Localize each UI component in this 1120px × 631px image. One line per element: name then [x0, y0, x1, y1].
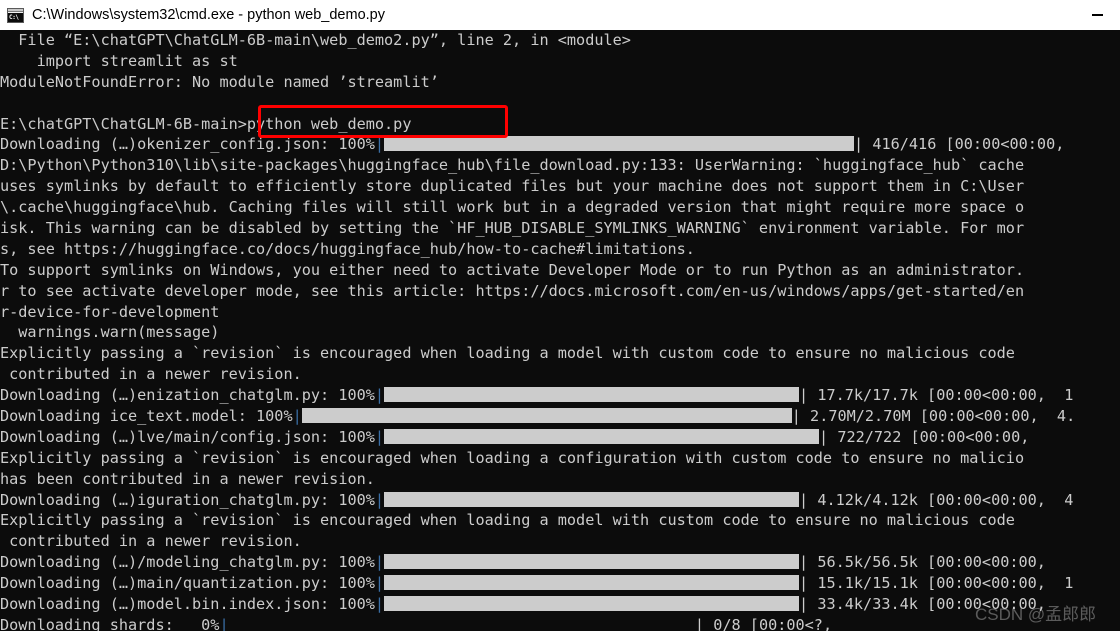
terminal-text: import streamlit as st — [0, 51, 238, 70]
minimize-button[interactable] — [1074, 0, 1120, 30]
terminal-line: Explicitly passing a `revision` is encou… — [0, 448, 1120, 469]
terminal-text: s, see https://huggingface.co/docs/huggi… — [0, 239, 695, 258]
terminal-line: Explicitly passing a `revision` is encou… — [0, 510, 1120, 531]
terminal-line: contributed in a newer revision. — [0, 364, 1120, 385]
terminal-text: r-device-for-development — [0, 302, 220, 321]
terminal-text: Downloading (…)enization_chatglm.py: 100… — [0, 386, 375, 405]
terminal-text: Downloading (…)okenizer_config.json: 100… — [0, 135, 375, 154]
terminal-text: uses symlinks by default to efficiently … — [0, 177, 1025, 196]
terminal-output-area[interactable]: File “E:\chatGPT\ChatGLM-6B-main\web_dem… — [0, 30, 1120, 631]
terminal-text: | 15.1k/15.1k [00:00<00:00, 1 — [799, 574, 1074, 593]
terminal-line: Downloading (…)okenizer_config.json: 100… — [0, 134, 1120, 155]
terminal-text: | 722/722 [00:00<00:00, — [819, 427, 1030, 446]
progress-bar-fill — [301, 408, 792, 424]
terminal-line: Downloading shards: 0%| | 0/8 [00:00<?, — [0, 615, 1120, 631]
terminal-line: contributed in a newer revision. — [0, 531, 1120, 552]
terminal-text: Explicitly passing a `revision` is encou… — [0, 344, 1015, 363]
terminal-line: r-device-for-development — [0, 302, 1120, 323]
terminal-text: ModuleNotFoundError: No module named ’st… — [0, 72, 439, 91]
terminal-line: isk. This warning can be disabled by set… — [0, 218, 1120, 239]
terminal-text: Explicitly passing a `revision` is encou… — [0, 511, 1015, 530]
terminal-lines: File “E:\chatGPT\ChatGLM-6B-main\web_dem… — [0, 30, 1120, 631]
terminal-text: Downloading ice_text.model: 100% — [0, 407, 293, 426]
terminal-line: Downloading ice_text.model: 100%| | 2.70M… — [0, 406, 1120, 427]
terminal-line: s, see https://huggingface.co/docs/huggi… — [0, 239, 1120, 260]
terminal-text: isk. This warning can be disabled by set… — [0, 219, 1025, 238]
progress-bar-fill — [384, 575, 800, 591]
terminal-line: File “E:\chatGPT\ChatGLM-6B-main\web_dem… — [0, 30, 1120, 51]
terminal-line: D:\Python\Python310\lib\site-packages\hu… — [0, 155, 1120, 176]
terminal-line: Downloading (…)lve/main/config.json: 100… — [0, 427, 1120, 448]
progress-bar-delimiter: | — [219, 615, 229, 631]
terminal-text: Downloading (…)iguration_chatglm.py: 100… — [0, 490, 375, 509]
terminal-line: warnings.warn(message) — [0, 322, 1120, 343]
progress-bar-delimiter: | — [292, 407, 302, 426]
progress-bar-fill — [384, 596, 800, 612]
terminal-text: Downloading (…)lve/main/config.json: 100… — [0, 427, 375, 446]
terminal-text: To support symlinks on Windows, you eith… — [0, 260, 1025, 279]
terminal-text: File “E:\chatGPT\ChatGLM-6B-main\web_dem… — [0, 31, 631, 49]
terminal-text: | 17.7k/17.7k [00:00<00:00, 1 — [799, 386, 1074, 405]
progress-bar-delimiter: | — [374, 574, 385, 593]
terminal-text: \.cache\huggingface\hub. Caching files w… — [0, 198, 1025, 217]
terminal-line: r to see activate developer mode, see th… — [0, 281, 1120, 302]
terminal-text: D:\Python\Python310\lib\site-packages\hu… — [0, 156, 1025, 175]
terminal-text: Downloading (…)main/quantization.py: 100… — [0, 574, 375, 593]
terminal-text: r to see activate developer mode, see th… — [0, 281, 1025, 300]
progress-bar-fill — [384, 491, 800, 507]
progress-bar-delimiter: | — [374, 427, 385, 446]
progress-bar-delimiter: | — [374, 490, 385, 509]
progress-bar-fill — [384, 136, 855, 152]
terminal-line: Downloading (…)main/quantization.py: 100… — [0, 573, 1120, 594]
terminal-line: Explicitly passing a `revision` is encou… — [0, 343, 1120, 364]
terminal-text: | 56.5k/56.5k [00:00<00:00, — [799, 553, 1046, 572]
terminal-text: warnings.warn(message) — [0, 323, 220, 342]
terminal-text: contributed in a newer revision. — [0, 365, 302, 384]
cmd-console-icon: C:\ — [7, 7, 24, 23]
terminal-text: Downloading (…)model.bin.index.json: 100… — [0, 595, 375, 614]
progress-bar-fill — [384, 387, 800, 403]
window-title: C:\Windows\system32\cmd.exe - python web… — [32, 7, 385, 23]
cmd-icon-prompt-text: C:\ — [8, 12, 23, 22]
minimize-icon — [1091, 14, 1103, 16]
progress-bar-delimiter: | — [374, 553, 385, 572]
terminal-text: Downloading (…)/modeling_chatglm.py: 100… — [0, 553, 375, 572]
terminal-line: uses symlinks by default to efficiently … — [0, 176, 1120, 197]
terminal-text: E:\chatGPT\ChatGLM-6B-main>python web_de… — [0, 114, 412, 133]
terminal-line: Downloading (…)iguration_chatglm.py: 100… — [0, 490, 1120, 511]
terminal-line: Downloading (…)model.bin.index.json: 100… — [0, 594, 1120, 615]
terminal-text: | 0/8 [00:00<?, — [228, 615, 833, 631]
terminal-text: Downloading shards: 0% — [0, 615, 220, 631]
terminal-line: Downloading (…)enization_chatglm.py: 100… — [0, 385, 1120, 406]
terminal-text: | 2.70M/2.70M [00:00<00:00, 4. — [791, 407, 1076, 426]
progress-bar-delimiter: | — [374, 595, 385, 614]
progress-bar-delimiter: | — [374, 135, 385, 154]
window-titlebar[interactable]: C:\ C:\Windows\system32\cmd.exe - python… — [0, 0, 1120, 30]
terminal-text: has been contributed in a newer revision… — [0, 469, 375, 488]
terminal-line: Downloading (…)/modeling_chatglm.py: 100… — [0, 552, 1120, 573]
terminal-line: import streamlit as st — [0, 51, 1120, 72]
terminal-line: To support symlinks on Windows, you eith… — [0, 260, 1120, 281]
terminal-text: | 33.4k/33.4k [00:00<00:00, — [799, 595, 1046, 614]
progress-bar-delimiter: | — [374, 386, 385, 405]
terminal-line: ModuleNotFoundError: No module named ’st… — [0, 72, 1120, 93]
terminal-line: \.cache\huggingface\hub. Caching files w… — [0, 197, 1120, 218]
terminal-line: has been contributed in a newer revision… — [0, 469, 1120, 490]
terminal-text: contributed in a newer revision. — [0, 532, 302, 551]
terminal-line: E:\chatGPT\ChatGLM-6B-main>python web_de… — [0, 114, 1120, 135]
progress-bar-fill — [384, 554, 800, 570]
terminal-text: | 416/416 [00:00<00:00, — [854, 135, 1065, 154]
terminal-text: | 4.12k/4.12k [00:00<00:00, 4 — [799, 490, 1074, 509]
progress-bar-fill — [384, 428, 820, 444]
terminal-text: Explicitly passing a `revision` is encou… — [0, 448, 1025, 467]
